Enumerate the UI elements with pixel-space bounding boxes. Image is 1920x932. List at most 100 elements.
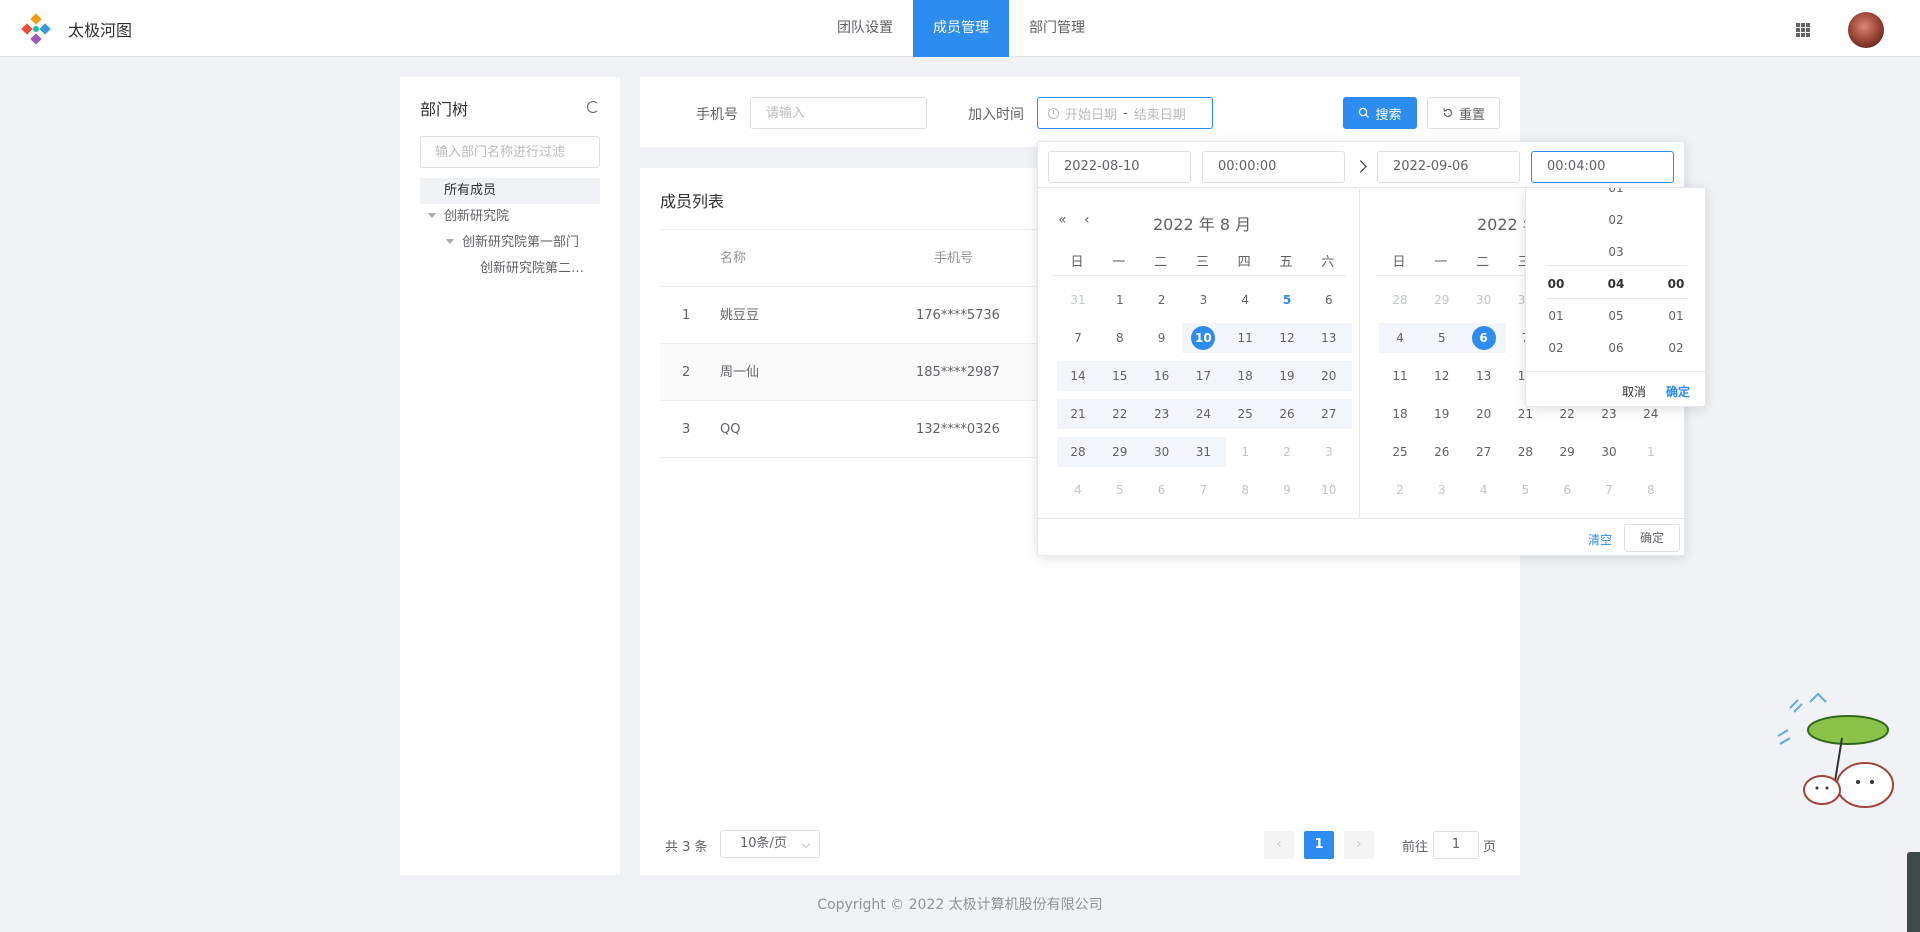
start-date-input[interactable]: 2022-08-10: [1048, 151, 1191, 183]
page-number-button[interactable]: 1: [1304, 831, 1334, 859]
nav-department-management[interactable]: 部门管理: [1009, 0, 1105, 57]
right-day-cell[interactable]: 25: [1379, 437, 1421, 467]
clear-button[interactable]: 清空: [1588, 531, 1612, 548]
left-day-cell[interactable]: 9: [1141, 323, 1183, 353]
phone-input[interactable]: [750, 97, 927, 129]
right-day-cell[interactable]: 26: [1421, 437, 1463, 467]
nav-team-settings[interactable]: 团队设置: [817, 0, 913, 57]
selected-day-marker[interactable]: 6: [1471, 326, 1496, 350]
right-day-cell[interactable]: 6: [1463, 323, 1505, 353]
caret-down-icon[interactable]: [446, 239, 454, 244]
left-day-cell[interactable]: 16: [1141, 361, 1183, 391]
caret-down-icon[interactable]: [428, 213, 436, 218]
left-day-cell[interactable]: 15: [1099, 361, 1141, 391]
second-option[interactable]: 01: [1646, 300, 1705, 332]
left-day-cell[interactable]: 12: [1266, 323, 1308, 353]
hour-option[interactable]: 00: [1526, 268, 1586, 300]
hour-option[interactable]: 02: [1526, 332, 1586, 364]
left-day-cell[interactable]: 21: [1057, 399, 1099, 429]
left-day-cell[interactable]: 14: [1057, 361, 1099, 391]
left-day-cell[interactable]: 5: [1099, 475, 1141, 505]
next-page-button[interactable]: ›: [1344, 831, 1374, 859]
left-day-cell[interactable]: 8: [1224, 475, 1266, 505]
left-day-cell[interactable]: 3: [1308, 437, 1350, 467]
picker-confirm-button[interactable]: 确定: [1624, 524, 1680, 552]
right-day-cell[interactable]: 27: [1463, 437, 1505, 467]
reset-button[interactable]: 重置: [1427, 97, 1500, 129]
left-day-cell[interactable]: 2: [1141, 285, 1183, 315]
prev-page-button[interactable]: ‹: [1264, 831, 1294, 859]
right-day-cell[interactable]: 20: [1463, 399, 1505, 429]
tree-node-department-1[interactable]: 创新研究院第一部门: [446, 230, 579, 256]
left-day-cell[interactable]: 24: [1182, 399, 1224, 429]
left-day-cell[interactable]: 17: [1182, 361, 1224, 391]
second-option[interactable]: 02: [1646, 332, 1705, 364]
end-time-input[interactable]: 00:04:00: [1531, 151, 1674, 183]
left-day-cell[interactable]: 6: [1308, 285, 1350, 315]
right-day-cell[interactable]: 2: [1379, 475, 1421, 505]
left-day-cell[interactable]: 22: [1099, 399, 1141, 429]
left-day-cell[interactable]: 20: [1308, 361, 1350, 391]
end-date-input[interactable]: 2022-09-06: [1377, 151, 1520, 183]
refresh-icon[interactable]: [587, 101, 599, 113]
left-day-cell[interactable]: 7: [1182, 475, 1224, 505]
right-day-cell[interactable]: 1: [1630, 437, 1672, 467]
department-filter-input[interactable]: [420, 136, 600, 168]
second-option[interactable]: 00: [1646, 268, 1705, 300]
left-day-cell[interactable]: 23: [1141, 399, 1183, 429]
right-day-cell[interactable]: 11: [1379, 361, 1421, 391]
left-day-cell[interactable]: 2: [1266, 437, 1308, 467]
right-day-cell[interactable]: 7: [1588, 475, 1630, 505]
minute-option[interactable]: 06: [1586, 332, 1646, 364]
right-day-cell[interactable]: 6: [1546, 475, 1588, 505]
nav-member-management[interactable]: 成员管理: [913, 0, 1009, 57]
right-day-cell[interactable]: 13: [1463, 361, 1505, 391]
user-avatar[interactable]: [1848, 12, 1884, 48]
right-day-cell[interactable]: 5: [1421, 323, 1463, 353]
apps-grid-icon[interactable]: [1796, 23, 1810, 37]
minute-option[interactable]: 03: [1586, 236, 1646, 268]
left-day-cell[interactable]: 28: [1057, 437, 1099, 467]
right-day-cell[interactable]: 30: [1463, 285, 1505, 315]
left-day-cell[interactable]: 1: [1224, 437, 1266, 467]
left-day-cell[interactable]: 7: [1057, 323, 1099, 353]
left-day-cell[interactable]: 5: [1266, 285, 1308, 315]
minute-option[interactable]: 05: [1586, 300, 1646, 332]
time-cancel-button[interactable]: 取消: [1622, 383, 1646, 400]
left-day-cell[interactable]: 26: [1266, 399, 1308, 429]
left-day-cell[interactable]: 13: [1308, 323, 1350, 353]
tree-node-innovation-institute[interactable]: 创新研究院: [428, 204, 509, 230]
tree-node-all-members[interactable]: 所有成员: [420, 178, 600, 204]
left-day-cell[interactable]: 30: [1141, 437, 1183, 467]
left-day-cell[interactable]: 4: [1057, 475, 1099, 505]
right-day-cell[interactable]: 29: [1546, 437, 1588, 467]
left-day-cell[interactable]: 10: [1182, 323, 1224, 353]
right-day-cell[interactable]: 3: [1421, 475, 1463, 505]
left-day-cell[interactable]: 18: [1224, 361, 1266, 391]
left-day-cell[interactable]: 4: [1224, 285, 1266, 315]
start-time-input[interactable]: 00:00:00: [1202, 151, 1345, 183]
right-day-cell[interactable]: 8: [1630, 475, 1672, 505]
left-day-cell[interactable]: 1: [1099, 285, 1141, 315]
left-day-cell[interactable]: 8: [1099, 323, 1141, 353]
left-day-cell[interactable]: 3: [1182, 285, 1224, 315]
right-day-cell[interactable]: 30: [1588, 437, 1630, 467]
page-size-select[interactable]: 10条/页: [720, 830, 820, 858]
left-day-cell[interactable]: 19: [1266, 361, 1308, 391]
left-day-cell[interactable]: 25: [1224, 399, 1266, 429]
search-button[interactable]: 搜索: [1343, 97, 1417, 129]
right-day-cell[interactable]: 19: [1421, 399, 1463, 429]
tree-node-department-2[interactable]: 创新研究院第二…: [480, 256, 600, 282]
minute-option[interactable]: 02: [1586, 204, 1646, 236]
left-day-cell[interactable]: 31: [1182, 437, 1224, 467]
right-day-cell[interactable]: 29: [1421, 285, 1463, 315]
minute-option[interactable]: 04: [1586, 268, 1646, 300]
hour-option[interactable]: 01: [1526, 300, 1586, 332]
left-day-cell[interactable]: 31: [1057, 285, 1099, 315]
left-day-cell[interactable]: 9: [1266, 475, 1308, 505]
prev-year-icon[interactable]: «: [1058, 212, 1067, 228]
left-day-cell[interactable]: 27: [1308, 399, 1350, 429]
goto-page-input[interactable]: 1: [1433, 831, 1479, 859]
right-day-cell[interactable]: 4: [1379, 323, 1421, 353]
right-day-cell[interactable]: 28: [1379, 285, 1421, 315]
